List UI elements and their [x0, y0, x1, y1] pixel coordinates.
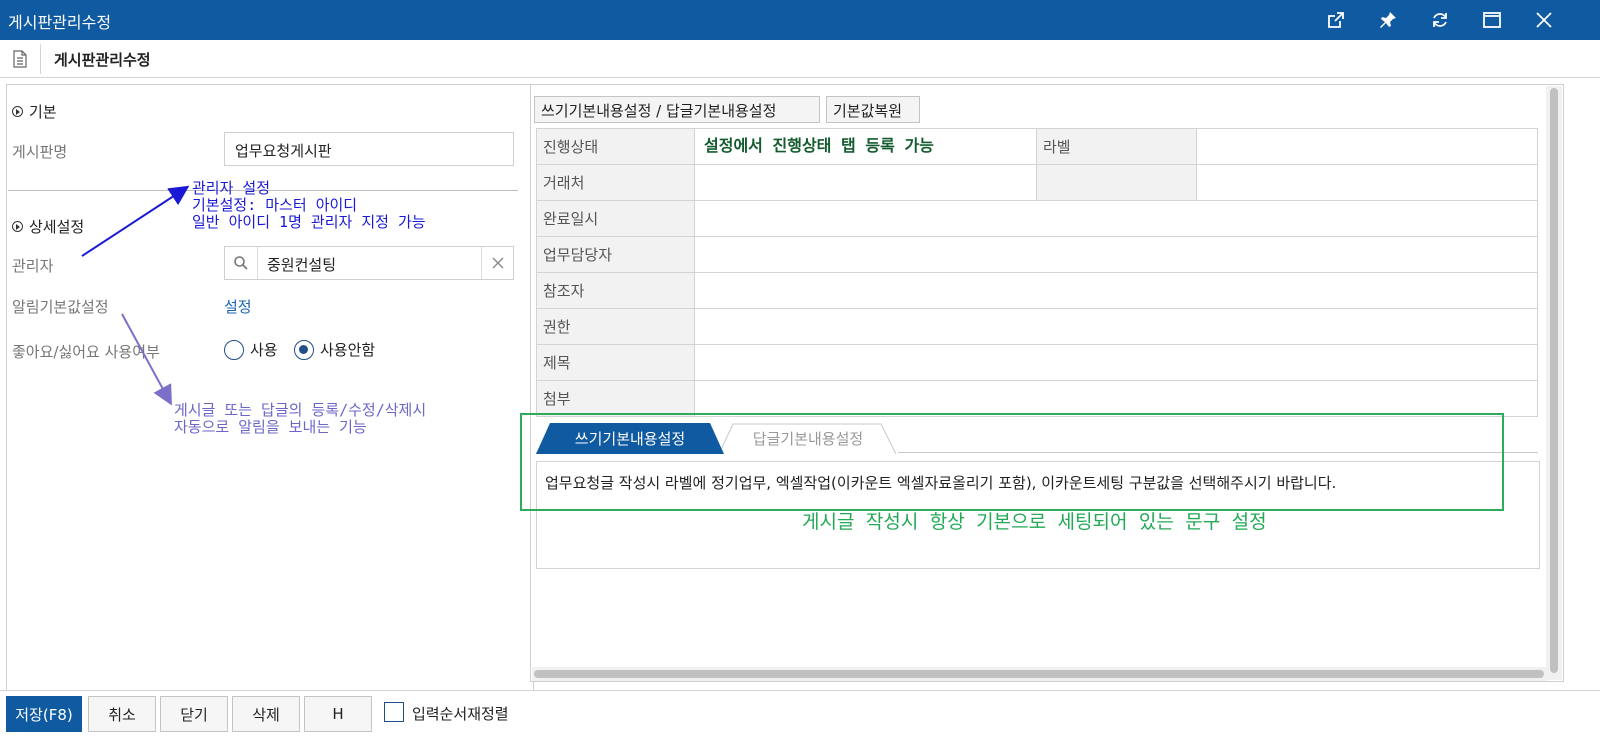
close-button[interactable]: 닫기 [160, 696, 228, 732]
vertical-scrollbar[interactable] [1546, 86, 1562, 680]
field-subject-value[interactable] [694, 344, 1538, 381]
manager-label: 관리자 [12, 257, 54, 275]
cancel-button[interactable]: 취소 [88, 696, 156, 732]
radio-circle [224, 339, 244, 360]
default-content-settings-button[interactable]: 쓰기기본내용설정 / 답글기본내용설정 [534, 96, 820, 123]
board-name-label: 게시판명 [12, 143, 68, 161]
table-row: 제목 [536, 344, 1538, 381]
pin-icon[interactable] [1362, 0, 1414, 40]
sub-header: 게시판관리수정 [0, 40, 1600, 78]
field-reference-value[interactable] [694, 272, 1538, 309]
horizontal-scrollbar[interactable] [532, 667, 1548, 681]
table-row: 업무담당자 [536, 236, 1538, 273]
left-panel [6, 84, 534, 694]
search-icon[interactable] [225, 247, 257, 279]
field-assignee-label: 업무담당자 [536, 236, 695, 273]
refresh-icon[interactable] [1414, 0, 1466, 40]
scroll-thumb[interactable] [1550, 88, 1558, 673]
manager-field[interactable]: 중원컨설팅 [224, 246, 514, 280]
default-text-annotation: 게시글 작성시 항상 기본으로 세팅되어 있는 문구 설정 [802, 511, 1267, 533]
section-basic-label: 기본 [29, 103, 57, 121]
like-label: 좋아요/싫어요 사용여부 [12, 343, 160, 361]
expand-icon [12, 106, 23, 117]
table-row: 참조자 [536, 272, 1538, 309]
field-attachment-label: 첨부 [536, 380, 695, 417]
radio-use-label: 사용 [250, 341, 278, 359]
reorder-label: 입력순서재정렬 [412, 705, 509, 723]
section-detail-label: 상세설정 [29, 218, 85, 236]
title-bar: 게시판관리수정 [0, 0, 1600, 40]
status-annotation: 설정에서 진행상태 탭 등록 가능 [704, 136, 934, 155]
field-permission-label: 권한 [536, 308, 695, 345]
table-row: 진행상태 라벨 [536, 128, 1538, 165]
page-title: 게시판관리수정 [54, 51, 151, 69]
radio-nouse-label: 사용안함 [320, 341, 376, 359]
table-row: 첨부 [536, 380, 1538, 417]
table-row: 거래처 [536, 164, 1538, 201]
notify-settings-link[interactable]: 설정 [224, 296, 252, 317]
save-button[interactable]: 저장(F8) [6, 696, 82, 732]
field-permission-value[interactable] [694, 308, 1538, 345]
field-status-label: 진행상태 [536, 128, 695, 165]
field-completion-value[interactable] [694, 200, 1538, 237]
window-title: 게시판관리수정 [8, 13, 112, 32]
board-name-input[interactable]: 업무요청게시판 [224, 132, 514, 166]
table-row: 권한 [536, 308, 1538, 345]
field-assignee-value[interactable] [694, 236, 1538, 273]
field-completion-label: 완료일시 [536, 200, 695, 237]
field-subject-label: 제목 [536, 344, 695, 381]
field-grid: 진행상태 라벨 거래처 완료일시 업무담당자 참조자 권한 제목 첨부 [536, 128, 1538, 417]
field-label-label: 라벨 [1036, 128, 1197, 165]
notify-label: 알림기본값설정 [12, 298, 109, 316]
field-client-label: 거래처 [536, 164, 695, 201]
field-client-gray [1036, 164, 1197, 201]
popout-icon[interactable] [1310, 0, 1362, 40]
clear-icon[interactable] [482, 247, 514, 279]
scroll-thumb[interactable] [534, 670, 1544, 678]
restore-defaults-button[interactable]: 기본값복원 [826, 96, 920, 123]
maximize-icon[interactable] [1466, 0, 1518, 40]
delete-button[interactable]: 삭제 [232, 696, 300, 732]
close-icon[interactable] [1518, 0, 1570, 40]
field-reference-label: 참조자 [536, 272, 695, 309]
field-client-value[interactable] [694, 164, 1037, 201]
h-button[interactable]: H [304, 696, 372, 732]
board-name-value: 업무요청게시판 [235, 142, 332, 160]
expand-icon [12, 221, 23, 232]
divider [40, 44, 41, 74]
document-icon [13, 50, 27, 68]
section-basic-header[interactable]: 기본 [12, 101, 57, 122]
highlight-box [520, 413, 1504, 511]
manager-annotation: 관리자 설정 기본설정: 마스터 아이디 일반 아이디 1명 관리자 지정 가능 [192, 179, 426, 231]
field-label-value[interactable] [1196, 128, 1538, 165]
table-row: 완료일시 [536, 200, 1538, 237]
reorder-checkbox[interactable] [384, 702, 404, 722]
section-detail-header[interactable]: 상세설정 [12, 216, 84, 237]
field-client-extra[interactable] [1196, 164, 1538, 201]
notify-annotation: 게시글 또는 답글의 등록/수정/삭제시 자동으로 알림을 보내는 기능 [174, 401, 427, 436]
manager-value: 중원컨설팅 [267, 256, 337, 274]
radio-circle-selected [294, 339, 314, 360]
field-attachment-value[interactable] [694, 380, 1538, 417]
radio-no-use[interactable]: 사용안함 [294, 339, 375, 360]
radio-use[interactable]: 사용 [224, 339, 278, 360]
